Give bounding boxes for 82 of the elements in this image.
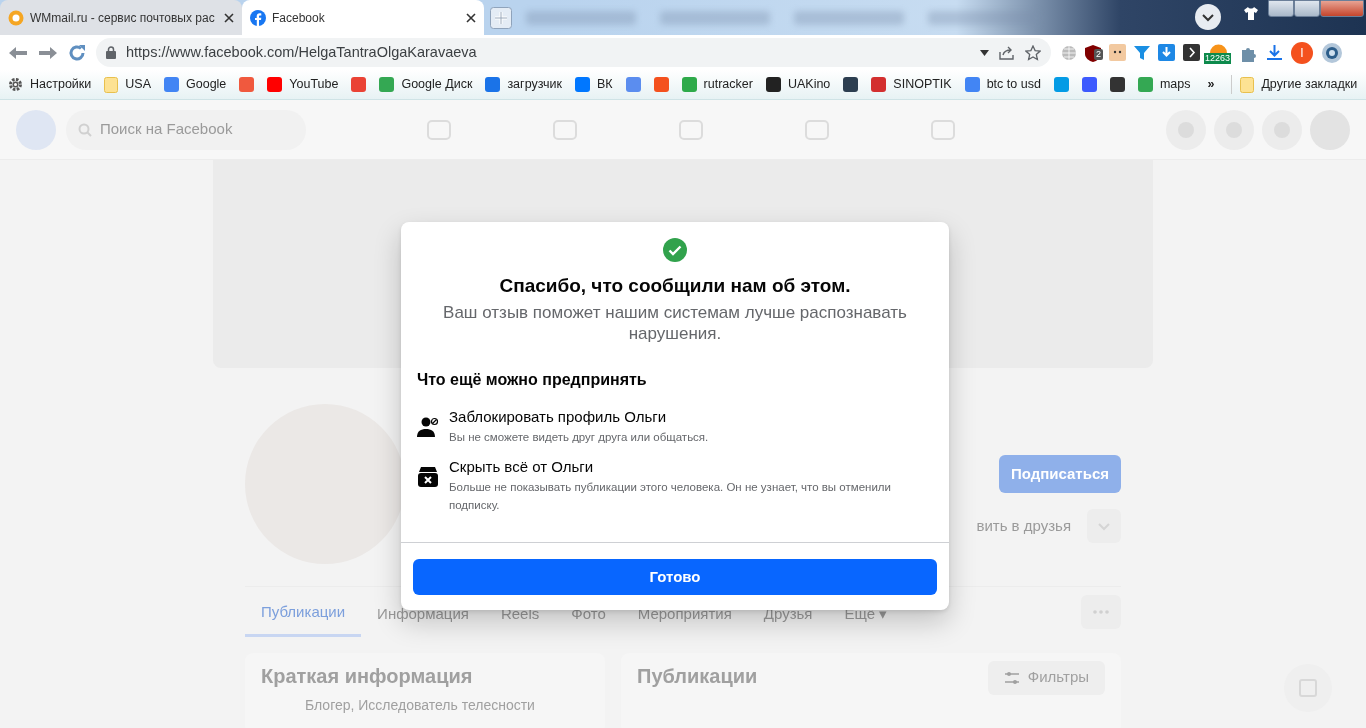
bracket-icon[interactable] — [1183, 44, 1200, 61]
bookmark-label: загрузчик — [507, 76, 562, 94]
lock-icon — [106, 46, 116, 59]
close-icon[interactable] — [224, 12, 234, 23]
globe-icon[interactable] — [1061, 44, 1077, 61]
shirt-icon — [1243, 6, 1259, 20]
download-icon[interactable] — [1266, 44, 1283, 61]
bookmark-label: btc to usd — [986, 76, 1041, 94]
bookmark-label: Другие закладки — [1261, 76, 1358, 94]
bookmark[interactable]: Google Диск — [379, 75, 473, 94]
more-bookmarks[interactable]: » — [1207, 75, 1215, 94]
close-icon[interactable] — [466, 12, 476, 23]
bookmark-label: rutracker — [703, 76, 753, 94]
action-option[interactable]: Заблокировать профиль Ольги Вы не сможете видеть друг друга или общаться. — [417, 406, 933, 447]
tab-title: WMmail.ru - сервис почтовых рас — [30, 9, 216, 27]
browser-tab[interactable]: Facebook — [242, 0, 484, 35]
browser-tab[interactable]: WMmail.ru - сервис почтовых рас — [0, 0, 242, 35]
download-icon[interactable] — [1158, 44, 1175, 61]
search-placeholder: Поиск на Facebook — [100, 119, 233, 140]
bookmark[interactable]: UAKino — [765, 75, 831, 94]
share-icon[interactable] — [999, 45, 1015, 60]
bookmark-label: Google Диск — [401, 76, 473, 94]
person-block-icon — [417, 416, 439, 438]
reload-icon[interactable] — [68, 43, 86, 62]
chevron-down-icon[interactable] — [1195, 4, 1221, 30]
settings-icon — [8, 77, 23, 92]
minimize-button[interactable] — [1268, 0, 1294, 17]
option-title: Заблокировать профиль Ольги — [449, 407, 668, 427]
bookmark[interactable]: ВК — [575, 75, 613, 94]
bookmark-label: Google — [186, 76, 227, 94]
url-text: https://www.facebook.com/HelgaTantraOlgaKaravaeva — [126, 42, 478, 62]
dropdown-icon[interactable] — [980, 49, 989, 56]
bookmark[interactable]: YouTube — [267, 75, 339, 94]
address-bar[interactable]: https://www.facebook.com/HelgaTantraOlgaKaravaeva — [96, 38, 1051, 67]
bookmark[interactable]: USA — [104, 75, 151, 94]
intro-text: Блогер, Исследователь телесности — [305, 695, 536, 715]
card-title: Краткая информация — [261, 663, 474, 689]
bookmark-icon[interactable] — [843, 77, 859, 92]
bookmark-label: ВК — [597, 76, 613, 94]
bookmark-label: YouTube — [289, 76, 339, 94]
dialog-message: Ваш отзыв поможет нашим системам лучше распознавать нарушения. — [442, 301, 908, 344]
folder-icon — [1240, 76, 1255, 93]
sliders-icon — [1003, 670, 1020, 685]
badge-count: 2 — [1094, 48, 1103, 60]
archive-x-icon — [417, 466, 439, 489]
folder-icon — [104, 76, 119, 93]
bookmark-label: maps — [1159, 76, 1191, 94]
option-description: Больше не показывать публикации этого человека. Он не узнает, что вы отменили подписку. — [449, 479, 892, 513]
bookmark-icon[interactable] — [1109, 77, 1125, 92]
close-button[interactable] — [1320, 0, 1364, 17]
badge-count: 12263 — [1204, 52, 1232, 64]
bookmark[interactable]: rutracker — [681, 75, 753, 94]
check-circle-icon — [663, 238, 687, 262]
bookmark-label: USA — [125, 76, 151, 94]
bookmark[interactable]: Другие закладки — [1231, 75, 1358, 94]
new-tab-icon[interactable] — [490, 7, 512, 29]
face-icon[interactable] — [1109, 44, 1126, 61]
tab-title: Facebook — [272, 9, 326, 27]
bookmark[interactable]: maps — [1137, 75, 1191, 94]
bookmark[interactable]: загрузчик — [485, 75, 562, 94]
funnel-icon[interactable] — [1134, 44, 1150, 61]
bookmark-label: Настройки — [30, 76, 92, 94]
bookmark-label: SINOPTIK — [893, 76, 952, 94]
bitcoin-icon[interactable] — [1210, 42, 1227, 53]
section-title: Что ещё можно предпринять — [417, 370, 648, 390]
star-icon[interactable] — [1025, 44, 1041, 61]
back-icon[interactable] — [8, 45, 28, 60]
bookmark[interactable]: Google — [164, 75, 227, 94]
dialog-title: Спасибо, что сообщили нам об этом. — [499, 274, 851, 298]
bookmark[interactable]: SINOPTIK — [871, 75, 952, 94]
settings-icon[interactable] — [1321, 41, 1343, 64]
search-icon — [78, 122, 92, 137]
bookmark[interactable]: Настройки — [8, 75, 92, 94]
option-title: Скрыть всё от Ольги — [449, 457, 595, 478]
forward-icon[interactable] — [38, 45, 58, 60]
card-title: Публикации — [637, 663, 758, 689]
bookmark-label: UAKino — [787, 76, 831, 94]
bookmark[interactable]: btc to usd — [964, 75, 1041, 94]
done-button[interactable]: Готово — [413, 559, 937, 596]
action-option[interactable]: Скрыть всё от Ольги Больше не показывать публикации этого человека. Он не узнает, что вы отменили подписку. — [417, 456, 933, 515]
maximize-button[interactable] — [1294, 0, 1320, 17]
option-description: Вы не сможете видеть друг друга или общаться. — [449, 429, 709, 445]
